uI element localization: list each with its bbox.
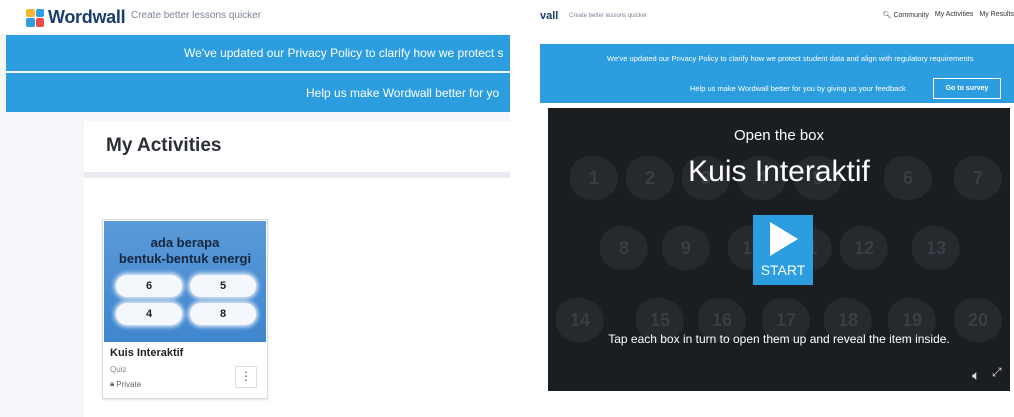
- game-box: 8: [600, 226, 648, 270]
- wordwall-logo[interactable]: Wordwall: [26, 7, 126, 28]
- privacy-banner[interactable]: We've updated our Privacy Policy to clar…: [540, 44, 1014, 74]
- divider: [84, 172, 510, 178]
- lock-icon: 🔒︎: [110, 379, 115, 388]
- feedback-banner-text: Help us make Wordwall better for yo: [306, 86, 500, 100]
- nav-my-activities[interactable]: My Activities: [935, 11, 974, 19]
- game-box: 13: [912, 226, 960, 270]
- tagline: Create better lessons quicker: [131, 10, 262, 21]
- activity-type: Quiz: [110, 365, 127, 374]
- activity-player-screenshot: vall Create better lessons quicker 🔍︎ Co…: [540, 0, 1014, 417]
- nav-my-results[interactable]: My Results: [979, 11, 1014, 19]
- visibility-label: Private: [116, 379, 142, 389]
- header-bar: vall Create better lessons quicker 🔍︎ Co…: [540, 0, 1014, 43]
- feedback-banner: Help us make Wordwall better for you by …: [540, 74, 1014, 103]
- thumb-answer: 6: [116, 275, 182, 297]
- logo-text: Wordwall: [48, 7, 126, 27]
- activity-thumbnail[interactable]: ada berapa bentuk-bentuk energi 6 5 4 8: [104, 221, 266, 342]
- tagline: Create better lessons quicker: [569, 13, 648, 19]
- game-instructions: Tap each box in turn to open them up and…: [608, 332, 950, 346]
- activity-card[interactable]: ada berapa bentuk-bentuk energi 6 5 4 8 …: [102, 219, 268, 399]
- game-box: 12: [840, 226, 888, 270]
- thumb-answer: 5: [190, 275, 256, 297]
- header-bar: Wordwall Create better lessons quicker: [0, 0, 510, 34]
- visibility-status: 🔒︎ Private: [110, 379, 141, 389]
- privacy-banner-text: We've updated our Privacy Policy to clar…: [607, 54, 974, 63]
- template-name: Open the box: [733, 127, 825, 144]
- game-box: 9: [662, 226, 710, 270]
- nav-community[interactable]: 🔍︎ Community: [883, 11, 929, 19]
- game-player[interactable]: 1234567891011121314151617181920 Open the…: [548, 108, 1010, 391]
- privacy-banner-text: We've updated our Privacy Policy to clar…: [184, 46, 504, 60]
- activities-page-screenshot: Wordwall Create better lessons quicker W…: [0, 0, 510, 417]
- wordwall-logo-icon: [26, 8, 44, 27]
- more-options-button[interactable]: ⋮: [235, 366, 257, 388]
- privacy-banner[interactable]: We've updated our Privacy Policy to clar…: [6, 35, 510, 71]
- page-title: My Activities: [106, 135, 222, 156]
- speaker-icon[interactable]: 🔈︎: [972, 367, 980, 384]
- start-label: START: [760, 262, 806, 278]
- top-nav: 🔍︎ Community My Activities My Results: [883, 11, 1014, 19]
- activities-content: My Activities ada berapa bentuk-bentuk e…: [84, 121, 510, 417]
- play-icon: [770, 222, 798, 256]
- feedback-banner-text: Help us make Wordwall better for you by …: [690, 84, 906, 93]
- thumb-answer: 8: [190, 303, 256, 325]
- thumb-answer: 4: [116, 303, 182, 325]
- search-icon: 🔍︎: [882, 12, 892, 19]
- thumb-title-line2: bentuk-bentuk energi: [118, 251, 252, 266]
- activity-name[interactable]: Kuis Interaktif: [110, 347, 183, 359]
- start-button[interactable]: START: [753, 215, 813, 285]
- go-to-survey-button[interactable]: Go to survey: [933, 78, 1001, 99]
- nav-community-label: Community: [893, 12, 929, 19]
- logo-text[interactable]: vall: [540, 10, 558, 22]
- fullscreen-icon[interactable]: ⤢: [992, 365, 1002, 380]
- game-title: Kuis Interaktif: [688, 155, 870, 188]
- thumb-title-line1: ada berapa: [150, 235, 220, 250]
- feedback-banner[interactable]: Help us make Wordwall better for yo: [6, 73, 510, 112]
